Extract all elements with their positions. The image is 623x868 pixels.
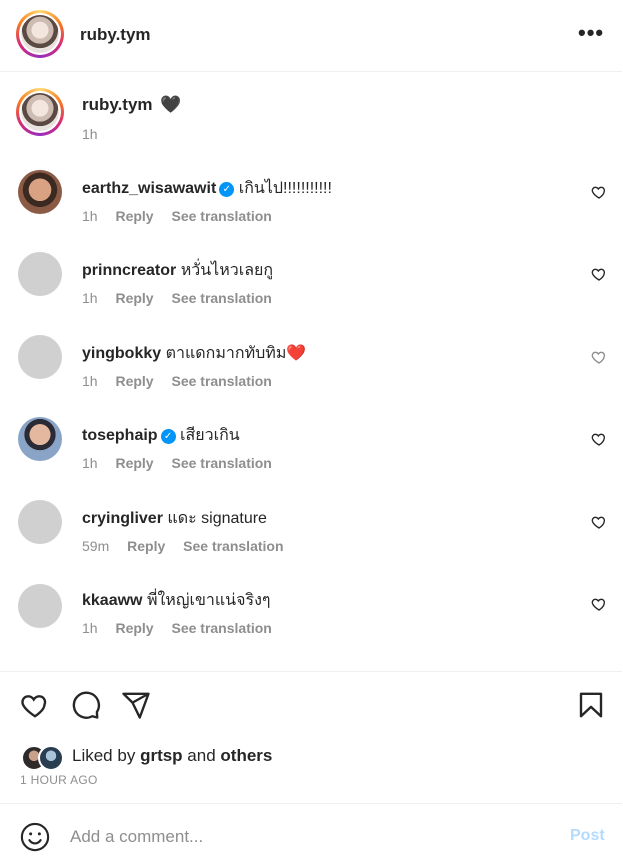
comment-bubble-icon[interactable] bbox=[71, 690, 101, 720]
liked-by-and: and bbox=[187, 746, 216, 765]
more-options-icon[interactable]: ••• bbox=[578, 22, 604, 44]
commenter-avatar[interactable] bbox=[18, 417, 62, 461]
verified-badge-icon: ✓ bbox=[160, 429, 176, 444]
header-username[interactable]: ruby.tym bbox=[80, 25, 151, 45]
commenter-avatar[interactable] bbox=[18, 170, 62, 214]
comment-item: prinncreator หวั่นไหวเลยกู 1h Reply See … bbox=[0, 250, 623, 330]
commenter-avatar[interactable] bbox=[18, 584, 62, 628]
comment-like-icon[interactable] bbox=[591, 184, 607, 200]
reply-button[interactable]: Reply bbox=[115, 620, 153, 636]
commenter-username[interactable]: kkaaww bbox=[82, 592, 142, 609]
comment-like-icon[interactable] bbox=[591, 431, 607, 447]
actions-divider bbox=[0, 671, 622, 672]
commenter-avatar[interactable] bbox=[18, 335, 62, 379]
emoji-icon[interactable] bbox=[20, 822, 50, 852]
share-send-icon[interactable] bbox=[121, 690, 151, 720]
comment-like-icon[interactable] bbox=[591, 349, 607, 365]
add-comment-input[interactable] bbox=[70, 824, 550, 850]
comment-text: แดะ signature bbox=[167, 510, 267, 527]
comment-text: พี่ใหญ่เขาแน่จริงๆ bbox=[146, 592, 271, 609]
header-avatar[interactable] bbox=[16, 10, 64, 58]
comment-item: tosephaip ✓ เสียวเกิน 1h Reply See transl… bbox=[0, 415, 623, 495]
commenter-username[interactable]: cryingliver bbox=[82, 510, 163, 527]
see-translation-button[interactable]: See translation bbox=[171, 620, 271, 636]
see-translation-button[interactable]: See translation bbox=[171, 373, 271, 389]
reply-button[interactable]: Reply bbox=[115, 208, 153, 224]
caption-time: 1h bbox=[82, 126, 98, 142]
comment-item: cryingliver แดะ signature 59m Reply See … bbox=[0, 498, 623, 578]
commenter-username[interactable]: prinncreator bbox=[82, 262, 176, 279]
see-translation-button[interactable]: See translation bbox=[171, 290, 271, 306]
comment-text: หวั่นไหวเลยกู bbox=[180, 262, 274, 279]
comment-item: yingbokky ตาแดกมากทับทิม❤️ 1h Reply See … bbox=[0, 333, 623, 413]
reply-button[interactable]: Reply bbox=[127, 538, 165, 554]
post-timestamp[interactable]: 1 HOUR AGO bbox=[20, 773, 98, 787]
see-translation-button[interactable]: See translation bbox=[183, 538, 283, 554]
comment-item: earthz_wisawawit ✓ เกินไป!!!!!!!!!!! 1h R… bbox=[0, 168, 623, 248]
comment-time: 1h bbox=[82, 373, 98, 389]
comment-text: เกินไป!!!!!!!!!!! bbox=[238, 180, 332, 197]
comment-time: 1h bbox=[82, 208, 98, 224]
see-translation-button[interactable]: See translation bbox=[171, 208, 271, 224]
commenter-username[interactable]: yingbokky bbox=[82, 345, 161, 362]
like-heart-icon[interactable] bbox=[20, 690, 50, 720]
commenter-username[interactable]: tosephaip bbox=[82, 427, 158, 444]
reply-button[interactable]: Reply bbox=[115, 290, 153, 306]
commenter-avatar[interactable] bbox=[18, 252, 62, 296]
comment-time: 1h bbox=[82, 290, 98, 306]
caption-avatar[interactable] bbox=[16, 88, 64, 136]
red-heart-emoji: ❤️ bbox=[286, 345, 307, 362]
comment-time: 59m bbox=[82, 538, 110, 554]
caption-username[interactable]: ruby.tym bbox=[82, 95, 153, 115]
commenter-username[interactable]: earthz_wisawawit bbox=[82, 180, 216, 197]
liked-by-text: Liked by grtsp and others bbox=[72, 746, 272, 766]
comment-like-icon[interactable] bbox=[591, 514, 607, 530]
see-translation-button[interactable]: See translation bbox=[171, 455, 271, 471]
verified-badge-icon: ✓ bbox=[219, 182, 235, 197]
comment-text: เสียวเกิน bbox=[180, 427, 240, 444]
reply-button[interactable]: Reply bbox=[115, 455, 153, 471]
comment-like-icon[interactable] bbox=[591, 266, 607, 282]
save-bookmark-icon[interactable] bbox=[576, 690, 606, 720]
comment-like-icon[interactable] bbox=[591, 596, 607, 612]
comment-item: kkaaww พี่ใหญ่เขาแน่จริงๆ 1h Reply See t… bbox=[0, 580, 623, 660]
caption-heart-emoji: 🖤 bbox=[160, 95, 182, 114]
comment-time: 1h bbox=[82, 620, 98, 636]
commenter-avatar[interactable] bbox=[18, 500, 62, 544]
comment-text: ตาแดกมากทับทิม bbox=[165, 345, 287, 362]
post-comment-button[interactable]: Post bbox=[570, 827, 605, 845]
comment-time: 1h bbox=[82, 455, 98, 471]
liked-by-others-link[interactable]: others bbox=[220, 746, 272, 765]
liked-by-user-link[interactable]: grtsp bbox=[140, 746, 183, 765]
liker-avatar[interactable] bbox=[38, 745, 64, 771]
liked-by-prefix: Liked by bbox=[72, 746, 136, 765]
reply-button[interactable]: Reply bbox=[115, 373, 153, 389]
